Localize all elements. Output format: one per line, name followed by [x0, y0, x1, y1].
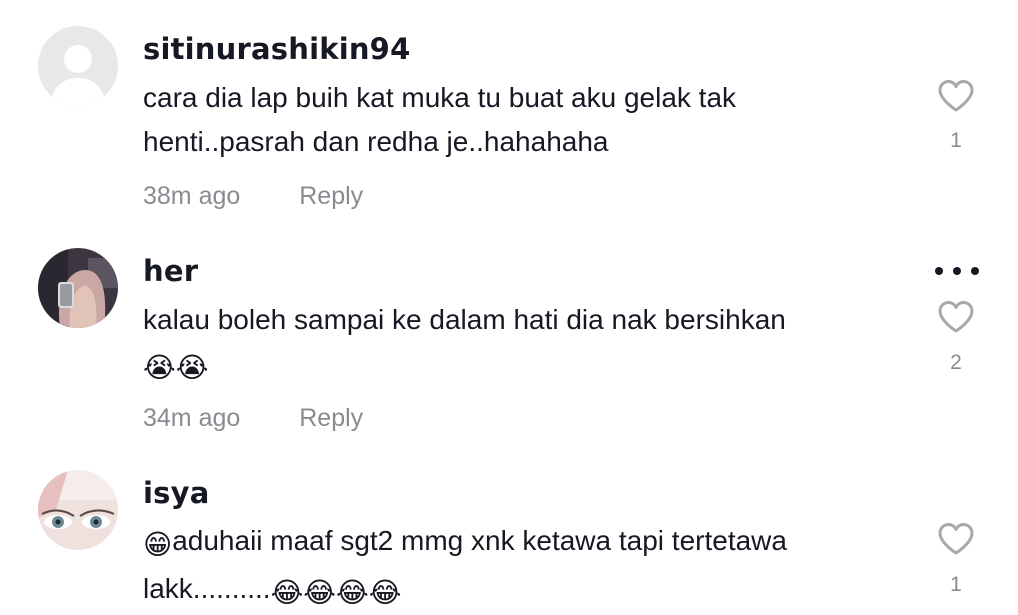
comment-body: aduhaii maaf sgt2 mmg xnk ketawa tapi te… — [143, 525, 787, 604]
comment-text: 😁aduhaii maaf sgt2 mmg xnk ketawa tapi t… — [143, 519, 903, 615]
comment-item: isya 😁aduhaii maaf sgt2 mmg xnk ketawa t… — [0, 0, 1018, 614]
grinning-emoji: 😁 — [143, 529, 173, 560]
laughing-emoji: 😂😂😂😂 — [270, 577, 402, 608]
avatar[interactable] — [38, 470, 118, 550]
comment-username[interactable]: isya — [143, 475, 209, 511]
like-count: 1 — [950, 573, 962, 596]
heart-icon[interactable] — [937, 522, 975, 556]
